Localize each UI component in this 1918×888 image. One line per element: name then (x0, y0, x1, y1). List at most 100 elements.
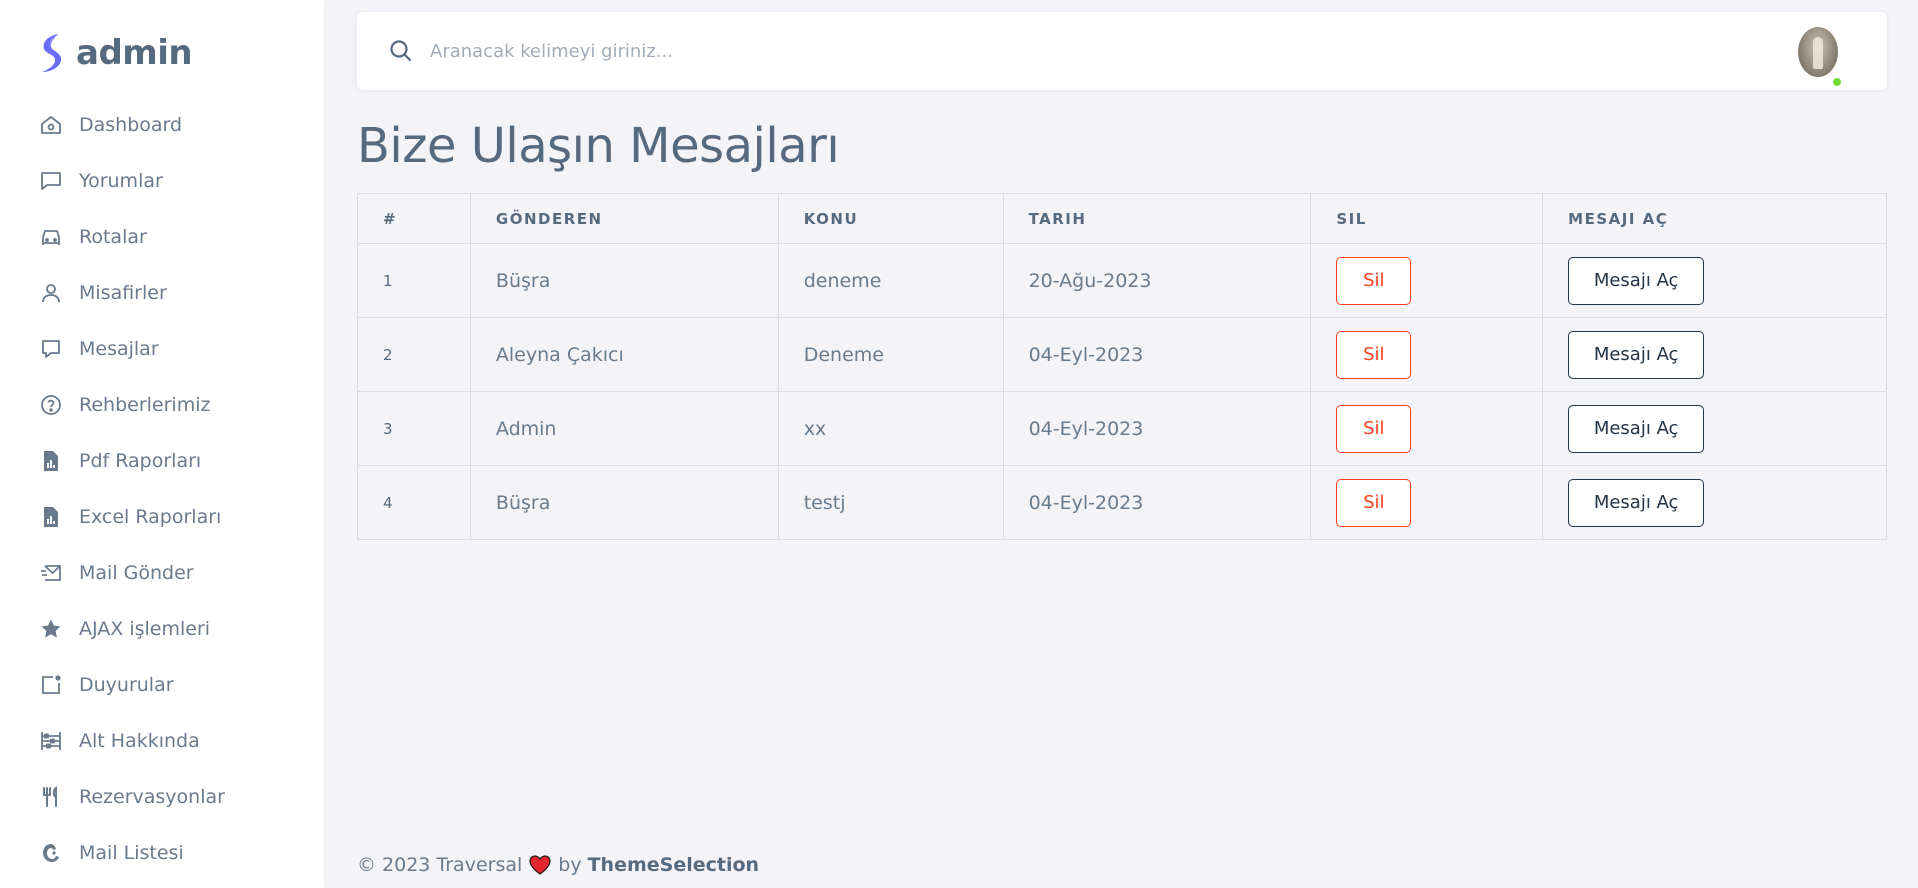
sidebar-item-label: Mesajlar (79, 338, 159, 360)
row-index: 4 (358, 466, 471, 540)
sidebar-item-label: Mail Listesi (79, 842, 184, 864)
open-message-button[interactable]: Mesajı Aç (1568, 257, 1704, 305)
row-date: 04-Eyl-2023 (1003, 318, 1311, 392)
delete-button[interactable]: Sil (1336, 479, 1411, 527)
column-header-date: TARIH (1003, 194, 1311, 244)
column-header-sender: GÖNDEREN (470, 194, 778, 244)
brand[interactable]: admin (38, 32, 192, 74)
sidebar-item-misafirler[interactable]: Misafirler (0, 265, 324, 321)
row-subject: deneme (778, 244, 1003, 318)
row-sender: Admin (470, 392, 778, 466)
column-header-delete: SIL (1311, 194, 1543, 244)
column-header-subject: KONU (778, 194, 1003, 244)
heart-icon (529, 855, 551, 875)
sidebar-item-rotalar[interactable]: Rotalar (0, 209, 324, 265)
sidebar-item-yorumlar[interactable]: Yorumlar (0, 153, 324, 209)
sidebar-item-label: Excel Raporları (79, 506, 221, 528)
row-date: 04-Eyl-2023 (1003, 466, 1311, 540)
search-icon (387, 37, 415, 65)
sidebar-item-alt-hakkinda[interactable]: Alt Hakkında (0, 713, 324, 769)
open-message-button[interactable]: Mesajı Aç (1568, 479, 1704, 527)
column-header-index: # (358, 194, 471, 244)
row-subject: testj (778, 466, 1003, 540)
brand-name: admin (76, 33, 192, 73)
sidebar-item-pdf-raporlari[interactable]: Pdf Raporları (0, 433, 324, 489)
sidebar-item-label: Rehberlerimiz (79, 394, 210, 416)
table-header-row: # GÖNDEREN KONU TARIH SIL MESAJI AÇ (358, 194, 1887, 244)
car-icon (39, 225, 63, 249)
table-row: 3 Admin xx 04-Eyl-2023 Sil Mesajı Aç (358, 392, 1887, 466)
footer-by: by (558, 854, 581, 876)
table-row: 2 Aleyna Çakıcı Deneme 04-Eyl-2023 Sil M… (358, 318, 1887, 392)
page-title: Bize Ulaşın Mesajları (357, 118, 839, 174)
sidebar-item-label: Dashboard (79, 114, 182, 136)
row-date: 20-Ağu-2023 (1003, 244, 1311, 318)
sidebar-item-label: Rotalar (79, 226, 147, 248)
row-delete-cell: Sil (1311, 466, 1543, 540)
row-open-cell: Mesajı Aç (1543, 392, 1887, 466)
delete-button[interactable]: Sil (1336, 331, 1411, 379)
sidebar-item-rezervasyonlar[interactable]: Rezervasyonlar (0, 769, 324, 825)
footer-brand-link[interactable]: ThemeSelection (588, 854, 759, 876)
sidebar-item-excel-raporlari[interactable]: Excel Raporları (0, 489, 324, 545)
restaurant-icon (39, 785, 63, 809)
avatar[interactable] (1798, 27, 1838, 77)
help-circle-icon (39, 393, 63, 417)
row-date: 04-Eyl-2023 (1003, 392, 1311, 466)
row-delete-cell: Sil (1311, 392, 1543, 466)
sidebar-item-rehberlerimiz[interactable]: Rehberlerimiz (0, 377, 324, 433)
brand-logo-icon (38, 32, 66, 74)
row-delete-cell: Sil (1311, 244, 1543, 318)
row-index: 2 (358, 318, 471, 392)
avatar-image (1798, 27, 1838, 77)
row-subject: xx (778, 392, 1003, 466)
search-input[interactable] (430, 34, 1330, 68)
sidebar-item-label: Rezervasyonlar (79, 786, 225, 808)
row-subject: Deneme (778, 318, 1003, 392)
report-file-icon (39, 505, 63, 529)
sidebar-item-label: Yorumlar (79, 170, 163, 192)
sidebar-item-label: Duyurular (79, 674, 174, 696)
column-header-open: MESAJI AÇ (1543, 194, 1887, 244)
row-index: 1 (358, 244, 471, 318)
sidebar-item-mesajlar[interactable]: Mesajlar (0, 321, 324, 377)
user-icon (39, 281, 63, 305)
sidebar-item-mail-listesi[interactable]: Mail Listesi (0, 825, 324, 881)
notification-icon (39, 673, 63, 697)
delete-button[interactable]: Sil (1336, 257, 1411, 305)
sidebar-item-ajax-islemleri[interactable]: AJAX işlemleri (0, 601, 324, 657)
row-open-cell: Mesajı Aç (1543, 318, 1887, 392)
sidebar-item-label: AJAX işlemleri (79, 618, 210, 640)
mail-send-icon (39, 561, 63, 585)
table-row: 1 Büşra deneme 20-Ağu-2023 Sil Mesajı Aç (358, 244, 1887, 318)
sidebar-menu: Dashboard Yorumlar Rotalar Misafirler Me… (0, 97, 324, 881)
row-open-cell: Mesajı Aç (1543, 466, 1887, 540)
row-index: 3 (358, 392, 471, 466)
row-open-cell: Mesajı Aç (1543, 244, 1887, 318)
sidebar-item-label: Pdf Raporları (79, 450, 201, 472)
footer-copyright: © 2023 Traversal (357, 854, 522, 876)
sidebar-item-label: Mail Gönder (79, 562, 194, 584)
mailchimp-icon (39, 841, 63, 865)
open-message-button[interactable]: Mesajı Aç (1568, 331, 1704, 379)
sidebar-item-label: Misafirler (79, 282, 167, 304)
abacus-icon (39, 729, 63, 753)
open-message-button[interactable]: Mesajı Aç (1568, 405, 1704, 453)
delete-button[interactable]: Sil (1336, 405, 1411, 453)
comment-icon (39, 169, 63, 193)
sidebar-item-dashboard[interactable]: Dashboard (0, 97, 324, 153)
row-sender: Aleyna Çakıcı (470, 318, 778, 392)
sidebar-item-mail-gonder[interactable]: Mail Gönder (0, 545, 324, 601)
navbar (357, 12, 1887, 90)
table-row: 4 Büşra testj 04-Eyl-2023 Sil Mesajı Aç (358, 466, 1887, 540)
row-sender: Büşra (470, 244, 778, 318)
online-status-indicator (1831, 76, 1843, 88)
message-icon (39, 337, 63, 361)
star-icon (39, 617, 63, 641)
sidebar-item-label: Alt Hakkında (79, 730, 200, 752)
report-file-icon (39, 449, 63, 473)
home-icon (39, 113, 63, 137)
sidebar-item-duyurular[interactable]: Duyurular (0, 657, 324, 713)
footer: © 2023 Traversal by ThemeSelection (357, 854, 759, 876)
row-delete-cell: Sil (1311, 318, 1543, 392)
